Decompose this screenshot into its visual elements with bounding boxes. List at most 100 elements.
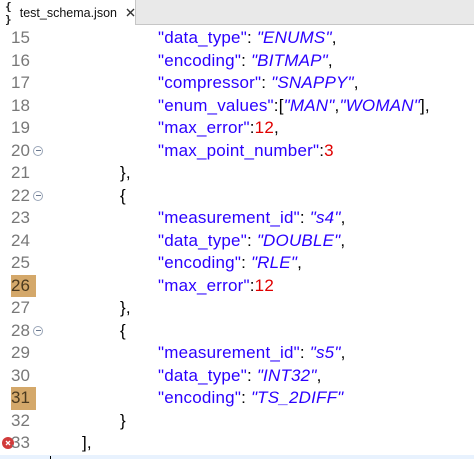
line-number: 16: [11, 50, 30, 70]
json-separator: :: [261, 73, 272, 92]
code-text: "enum_values":["MAN","WOMAN"],: [158, 95, 430, 118]
json-punctuation: ,: [273, 118, 279, 137]
json-key: "measurement_id": [158, 343, 300, 362]
json-punctuation: ],: [419, 95, 430, 115]
code-line[interactable]: 33],: [0, 432, 474, 455]
json-separator: :: [241, 388, 251, 407]
code-line[interactable]: 21},: [0, 162, 474, 185]
code-line[interactable]: 16 "encoding": "BITMAP",: [0, 50, 474, 73]
json-value: 12: [254, 118, 274, 137]
line-number: 33: [11, 433, 30, 452]
line-number: 27: [11, 298, 30, 317]
code-text: "data_type": "DOUBLE",: [158, 230, 345, 253]
collapse-fold-icon[interactable]: [33, 190, 43, 201]
code-text: "measurement_id": "s5",: [158, 342, 346, 365]
json-punctuation: ,: [331, 28, 337, 47]
json-key: "encoding": [158, 253, 242, 272]
code-line[interactable]: 29 "measurement_id": "s5",: [0, 342, 474, 365]
json-separator: :: [246, 28, 257, 47]
code-line[interactable]: 20 "max_point_number":3: [0, 140, 474, 163]
code-line[interactable]: 26 "max_error":12: [0, 274, 474, 298]
line-number: 23: [11, 208, 30, 227]
line-number: 24: [11, 230, 30, 250]
code-text: }: [44, 455, 51, 459]
json-punctuation: ,: [340, 208, 346, 227]
json-value: "MAN": [283, 95, 335, 115]
json-value: 12: [254, 275, 274, 295]
json-value: "DOUBLE": [256, 230, 341, 250]
json-key: "data_type": [158, 365, 247, 385]
json-key: "max_error": [158, 118, 250, 137]
code-line[interactable]: 31 "encoding": "TS_2DIFF": [0, 387, 474, 410]
code-line[interactable]: 15 "data_type": "ENUMS",: [0, 27, 474, 50]
json-value: "s4": [309, 208, 341, 227]
json-value: "RLE": [250, 253, 298, 272]
json-punctuation: }: [120, 410, 126, 430]
json-separator: :: [246, 365, 257, 385]
code-text: },: [120, 162, 131, 185]
code-text: "encoding": "RLE",: [158, 252, 302, 275]
json-key: "data_type": [158, 28, 247, 47]
json-punctuation: {: [120, 185, 126, 205]
json-value: 3: [324, 140, 334, 160]
code-line[interactable]: 22{: [0, 185, 474, 208]
json-separator: :: [299, 208, 310, 227]
json-key: "enum_values": [158, 95, 274, 115]
code-line[interactable]: 34}: [0, 454, 474, 459]
collapse-fold-icon[interactable]: [33, 145, 43, 156]
code-text: {: [120, 320, 126, 343]
json-value: "BITMAP": [250, 50, 328, 70]
code-line[interactable]: 23 "measurement_id": "s4",: [0, 207, 474, 230]
code-line[interactable]: 19 "max_error":12,: [0, 117, 474, 140]
json-value: "s5": [309, 343, 341, 362]
json-separator: :: [299, 343, 310, 362]
json-key: "data_type": [158, 230, 247, 250]
line-number: 17: [11, 73, 30, 92]
line-number: 32: [11, 410, 30, 430]
collapse-fold-icon[interactable]: [33, 325, 43, 336]
tab-title: test_schema.json: [19, 5, 117, 20]
code-text: "max_error":12: [158, 275, 274, 298]
json-punctuation: },: [120, 163, 131, 182]
code-line[interactable]: 32}: [0, 410, 474, 433]
json-file-icon: { }: [5, 0, 12, 26]
code-line[interactable]: 27},: [0, 297, 474, 320]
json-separator: :[: [273, 95, 284, 115]
code-text: "encoding": "TS_2DIFF": [158, 387, 343, 410]
code-text: "max_error":12,: [158, 117, 279, 140]
json-key: "encoding": [158, 50, 242, 70]
json-punctuation: ],: [82, 433, 92, 452]
code-text: "compressor": "SNAPPY",: [158, 72, 359, 95]
code-editor[interactable]: 15 "data_type": "ENUMS", 16 "encoding": "BI…: [0, 25, 474, 459]
json-punctuation: ,: [316, 365, 322, 385]
line-number: 19: [11, 118, 30, 137]
line-number: 15: [11, 28, 30, 47]
json-value: "TS_2DIFF": [250, 388, 344, 407]
json-punctuation: ,: [297, 253, 303, 272]
code-line[interactable]: 25 "encoding": "RLE",: [0, 252, 474, 275]
code-line[interactable]: 18 "enum_values":["MAN","WOMAN"],: [0, 95, 474, 118]
json-value: "INT32": [256, 365, 317, 385]
editor-tab-bar: { } test_schema.json: [0, 0, 474, 26]
code-line[interactable]: 17 "compressor": "SNAPPY",: [0, 72, 474, 95]
close-icon[interactable]: [126, 7, 135, 19]
line-number: 34: [11, 455, 36, 459]
tab-test-schema[interactable]: { } test_schema.json: [0, 0, 136, 26]
line-number: 21: [11, 163, 30, 182]
json-separator: :: [241, 50, 251, 70]
code-line[interactable]: 24 "data_type": "DOUBLE",: [0, 230, 474, 253]
json-value: "SNAPPY": [271, 73, 354, 92]
code-text: },: [120, 297, 131, 320]
json-punctuation: ,: [327, 50, 333, 70]
code-text: }: [120, 410, 126, 433]
line-number: 29: [11, 343, 30, 362]
json-key: "measurement_id": [158, 208, 300, 227]
code-text: "data_type": "ENUMS",: [158, 27, 337, 50]
line-number: 30: [11, 365, 30, 385]
json-punctuation: ,: [340, 230, 346, 250]
json-value: "ENUMS": [256, 28, 332, 47]
code-line[interactable]: 30 "data_type": "INT32",: [0, 365, 474, 388]
code-line[interactable]: 28{: [0, 320, 474, 343]
json-punctuation: ,: [353, 73, 359, 92]
json-value: "WOMAN": [339, 95, 420, 115]
